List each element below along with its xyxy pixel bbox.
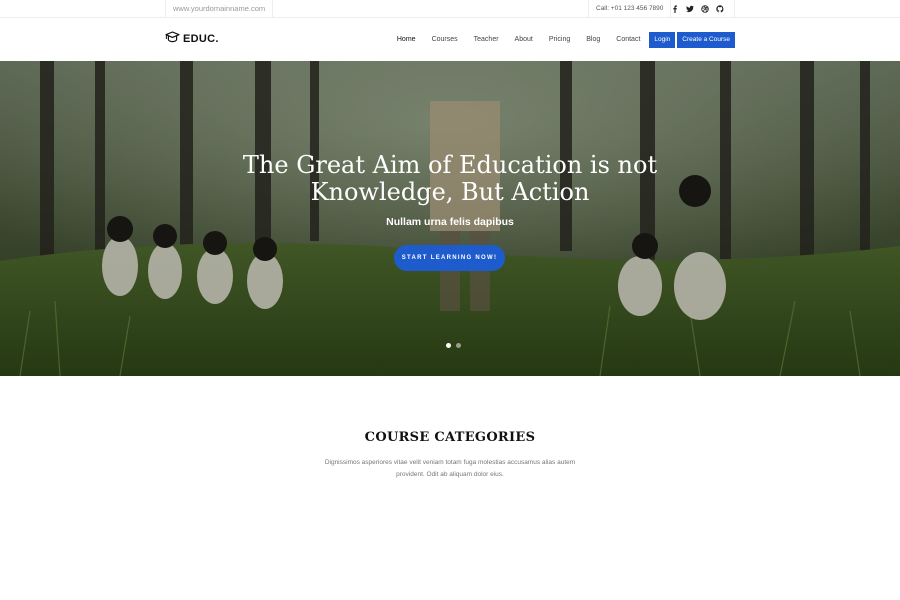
nav-item-home[interactable]: Home xyxy=(397,31,416,48)
contact-phone: Call: +01 123 456 7890 xyxy=(588,0,672,18)
nav-item-pricing[interactable]: Pricing xyxy=(549,31,570,48)
logo-text: EDUC. xyxy=(183,33,219,45)
section-description-line-2: provident. Odit ab aliquam dolor eius. xyxy=(396,471,504,478)
nav-item-contact[interactable]: Contact xyxy=(616,31,640,48)
facebook-icon[interactable] xyxy=(670,5,679,14)
github-icon[interactable] xyxy=(716,5,725,14)
section-description-line-1: Dignissimos asperiores vitae velit venia… xyxy=(324,459,576,466)
dribbble-icon[interactable] xyxy=(701,5,710,14)
domain-text: www.yourdomainname.com xyxy=(165,0,274,18)
top-bar: www.yourdomainname.com Call: +01 123 456… xyxy=(0,0,900,18)
nav-menu: Home Courses Teacher About Pricing Blog … xyxy=(381,31,735,48)
start-learning-button[interactable]: START LEARNING NOW! xyxy=(394,245,505,271)
nav-item-teacher[interactable]: Teacher xyxy=(474,31,499,48)
twitter-icon[interactable] xyxy=(685,5,694,14)
hero-slider: The Great Aim of Education is not Knowle… xyxy=(0,61,900,376)
hero-title-line-1: The Great Aim of Education is not xyxy=(242,151,658,179)
slider-dot-1[interactable] xyxy=(446,343,451,348)
hero-subtitle: Nullam urna felis dapibus xyxy=(386,216,514,228)
graduation-cap-icon xyxy=(165,30,180,48)
hero-title: The Great Aim of Education is not Knowle… xyxy=(0,152,900,206)
nav-item-courses[interactable]: Courses xyxy=(432,31,458,48)
slider-dots xyxy=(446,343,461,348)
slider-dot-2[interactable] xyxy=(456,343,461,348)
logo[interactable]: EDUC. xyxy=(165,31,219,47)
main-navbar: EDUC. Home Courses Teacher About Pricing… xyxy=(0,18,900,61)
nav-item-blog[interactable]: Blog xyxy=(586,31,600,48)
course-categories-section: COURSE CATEGORIES Dignissimos asperiores… xyxy=(0,376,900,600)
section-description: Dignissimos asperiores vitae velit venia… xyxy=(320,457,580,481)
section-heading: COURSE CATEGORIES xyxy=(364,430,536,445)
hero-title-line-2: Knowledge, But Action xyxy=(310,178,590,206)
login-button[interactable]: Login xyxy=(649,31,676,48)
create-course-button[interactable]: Create a Course xyxy=(677,31,735,48)
nav-item-about[interactable]: About xyxy=(515,31,533,48)
social-links xyxy=(661,0,735,18)
